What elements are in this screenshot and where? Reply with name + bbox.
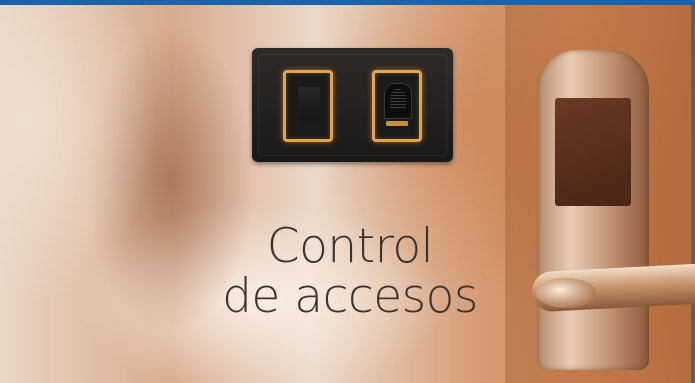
banner-title: Control de accesos: [200, 222, 500, 322]
door-card-slot: [555, 98, 631, 206]
card-reader-key: [283, 70, 333, 142]
title-line-2: de accesos: [222, 269, 478, 324]
access-control-device: [252, 48, 453, 162]
title-line-1: Control: [266, 219, 434, 274]
fingerprint-lines: [390, 89, 406, 109]
door-handle-cap: [536, 278, 596, 308]
fingerprint-slot: [386, 121, 408, 126]
card-reader-pad: [298, 87, 320, 121]
access-control-banner: Control de accesos: [0, 0, 695, 383]
fingerprint-reader-key: [372, 70, 422, 142]
fingerprint-icon: [384, 83, 412, 119]
